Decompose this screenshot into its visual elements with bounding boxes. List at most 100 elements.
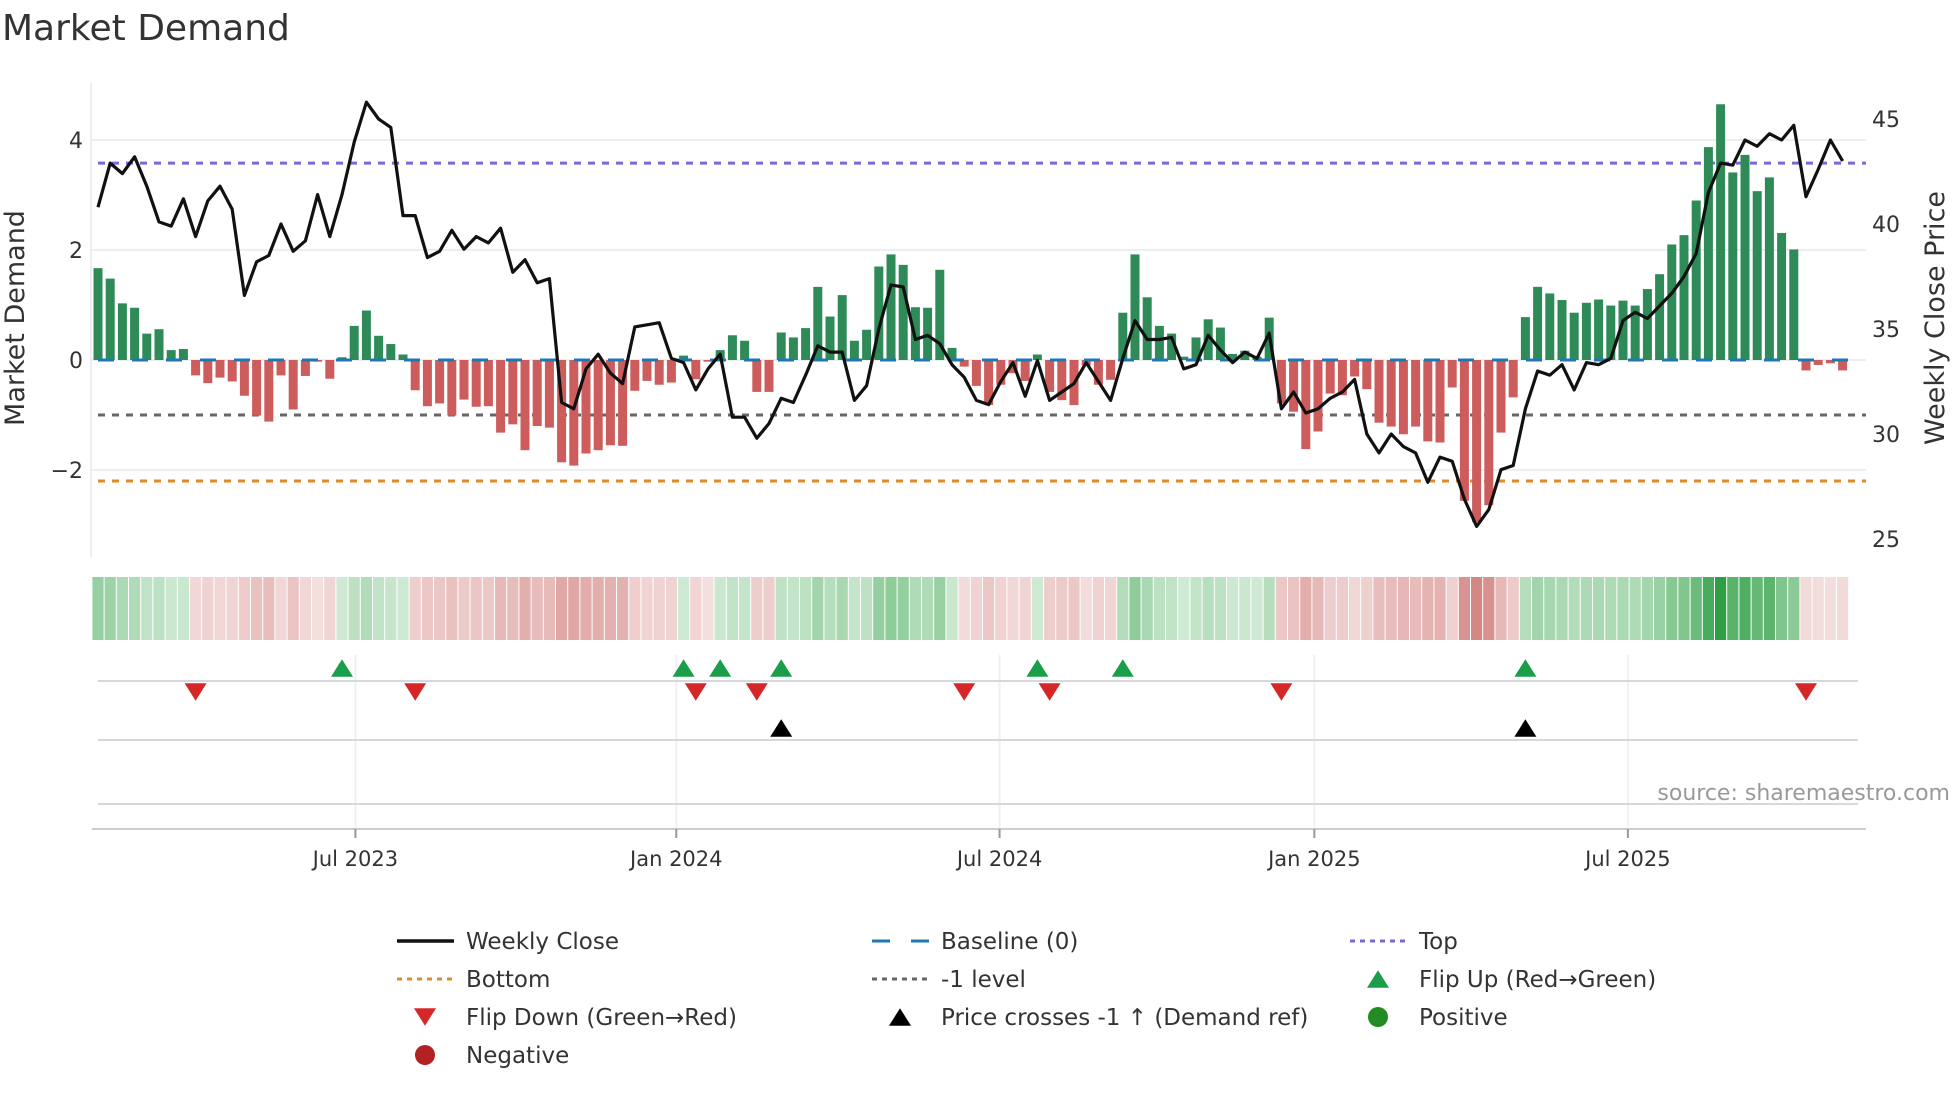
heat-strip-cell	[1361, 577, 1373, 640]
demand-bar	[1374, 360, 1384, 423]
heat-strip-cell	[1410, 577, 1422, 640]
heat-strip-cell	[726, 577, 738, 640]
heat-strip-cell	[312, 577, 324, 640]
heat-strip-cell	[153, 577, 165, 640]
heat-strip-cell	[1300, 577, 1312, 640]
flip-up-marker	[770, 659, 793, 677]
heat-strip-cell	[165, 577, 177, 640]
heat-strip-cell	[1739, 577, 1751, 640]
heat-strip-cell	[617, 577, 629, 640]
heat-strip-cell	[129, 577, 141, 640]
heat-strip-cell	[92, 577, 104, 640]
market-demand-chart: Market Demand 4 2 0 −2 45 40 35 30 25 Jul 2023 Jan…	[0, 8, 1951, 1069]
demand-bar	[764, 360, 774, 392]
demand-bar	[1667, 244, 1677, 360]
demand-bar	[971, 360, 981, 386]
y2-tick-label: 40	[1872, 213, 1900, 238]
y-tick-label: 4	[69, 129, 83, 154]
demand-bar	[1581, 302, 1591, 360]
x-tick-label: Jul 2025	[1583, 847, 1670, 871]
demand-bar	[105, 278, 115, 360]
y2-tick-label: 25	[1872, 528, 1900, 553]
legend-item: Top	[1350, 929, 1458, 955]
heat-strip-cell	[1324, 577, 1336, 640]
heat-strip-cell	[287, 577, 299, 640]
demand-bar	[1508, 360, 1518, 398]
heat-strip-cell	[604, 577, 616, 640]
demand-bar	[288, 360, 298, 410]
heat-strip-cell	[299, 577, 311, 640]
demand-bar	[1496, 360, 1506, 433]
flip-up-marker	[1514, 659, 1537, 677]
legend-item: Positive	[1368, 1005, 1508, 1031]
heat-strip-cell	[1190, 577, 1202, 640]
legend-flip-up-red-green-icon	[1367, 970, 1389, 988]
heat-strip-cell	[1763, 577, 1775, 640]
x-tick-label: Jan 2024	[628, 847, 723, 871]
y2-tick-label: 30	[1872, 423, 1900, 448]
flip-down-marker	[1795, 683, 1817, 701]
legend-item: -1 level	[872, 967, 1026, 993]
heat-strip-cell	[1178, 577, 1190, 640]
demand-bar	[1325, 360, 1335, 394]
heat-strip-cell	[324, 577, 336, 640]
demand-bar	[471, 360, 481, 407]
demand-bar	[569, 360, 579, 466]
demand-bar	[642, 360, 652, 381]
demand-bar	[178, 349, 188, 360]
heat-strip-cell	[1080, 577, 1092, 640]
heat-strip-cell	[1715, 577, 1727, 640]
heat-strip-cell	[1117, 577, 1129, 640]
heat-strip-cell	[360, 577, 372, 640]
weekly-close-polyline	[96, 100, 1844, 529]
demand-bar	[215, 360, 225, 378]
demand-bar	[1350, 360, 1360, 377]
demand-bar	[1520, 317, 1530, 360]
demand-bar	[239, 360, 249, 396]
demand-bar	[1289, 360, 1299, 412]
heat-strip-cell	[1800, 577, 1812, 640]
heat-strip-cell	[1568, 577, 1580, 640]
demand-bar	[1740, 154, 1750, 360]
demand-bar	[862, 329, 872, 360]
legend-label: Price crosses -1 ↑ (Demand ref)	[941, 1005, 1308, 1031]
x-tick-label: Jul 2023	[311, 847, 398, 871]
source-text: source: sharemaestro.com	[1657, 781, 1950, 806]
demand-bar	[1801, 360, 1811, 371]
heat-strip-cell	[1678, 577, 1690, 640]
heat-strip-cell	[1751, 577, 1763, 640]
heat-strip-cell	[1483, 577, 1495, 640]
heat-strip-cell	[665, 577, 677, 640]
heat-strip-cell	[909, 577, 921, 640]
demand-bar	[837, 295, 847, 360]
heat-strip-cell	[373, 577, 385, 640]
heat-strip-cell	[1251, 577, 1263, 640]
heat-strip-cell	[1532, 577, 1544, 640]
demand-bar	[691, 360, 701, 380]
flip-up-marker	[331, 659, 353, 677]
legend-flip-down-green-red-icon	[414, 1008, 436, 1026]
demand-bar	[1594, 299, 1604, 360]
axes: 4 2 0 −2 45 40 35 30 25 Jul 2023 Jan 2024 Jul 2024 J…	[51, 83, 1900, 871]
demand-bar	[1777, 232, 1787, 360]
heat-strip-cell	[995, 577, 1007, 640]
heat-strip-cell	[336, 577, 348, 640]
heat-strip-cell	[1434, 577, 1446, 640]
demand-bar	[1813, 360, 1823, 365]
heat-strip-cell	[1007, 577, 1019, 640]
demand-bar	[203, 360, 213, 384]
heat-strip-cell	[177, 577, 189, 640]
demand-bar	[459, 360, 469, 400]
x-tick-label: Jul 2024	[955, 847, 1042, 871]
legend-label: Positive	[1419, 1005, 1508, 1031]
heat-strip-cell	[897, 577, 909, 640]
y2-axis-title: Weekly Close Price	[1920, 191, 1951, 445]
demand-bar	[386, 344, 396, 360]
demand-bar	[496, 360, 506, 433]
heat-strip-cell	[1397, 577, 1409, 640]
legend-price-crosses-1-demand-ref-icon	[889, 1008, 911, 1026]
demand-bar	[1533, 286, 1543, 360]
heat-strip-cell	[531, 577, 543, 640]
heat-strip-cell	[1129, 577, 1141, 640]
heat-strip-cell	[1495, 577, 1507, 640]
